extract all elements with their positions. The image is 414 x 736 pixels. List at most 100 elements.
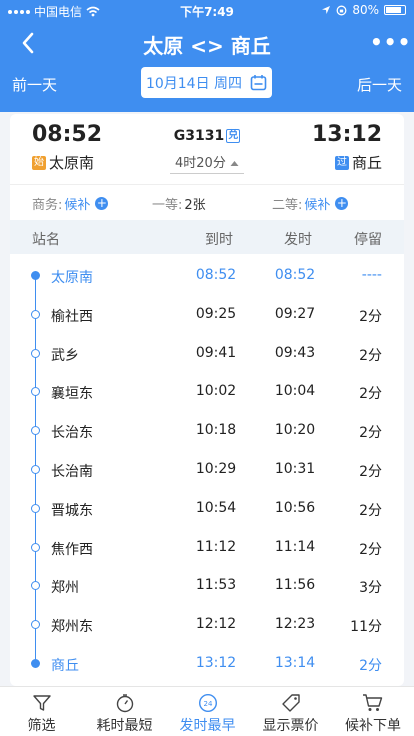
train-summary: 08:52 始 太原南 G3131 兑 4时20分 13:12 过 商丘	[10, 114, 404, 180]
exchange-tag: 兑	[226, 129, 241, 143]
header-arrive: 到时	[205, 232, 233, 248]
divider	[10, 184, 404, 185]
stop-station: 焦作西	[51, 541, 93, 558]
stop-station: 郑州东	[51, 619, 93, 636]
train-detail-card: 08:52 始 太原南 G3131 兑 4时20分 13:12 过 商丘 商务: …	[10, 114, 404, 686]
table-row[interactable]: 武乡 09:41 09:43 2分	[10, 334, 404, 373]
train-number-text: G3131	[173, 128, 225, 144]
stop-stay: 2分	[359, 658, 382, 674]
stop-station: 长治东	[51, 425, 93, 442]
stop-arrive: 09:41	[195, 344, 237, 361]
seat-first-label: 一等:	[152, 198, 183, 213]
stop-depart: 10:04	[274, 383, 316, 400]
table-row[interactable]: 郑州东 12:12 12:23 11分	[10, 605, 404, 644]
battery-percent: 80%	[352, 3, 379, 17]
table-row[interactable]: 长治东 10:18 10:20 2分	[10, 411, 404, 450]
prev-day-button[interactable]: 前一天	[12, 74, 57, 95]
stop-stay: 2分	[359, 541, 382, 558]
stop-dot	[31, 581, 40, 591]
tab-shortest[interactable]: 耗时最短	[83, 687, 166, 736]
seat-second-value: 候补	[304, 198, 331, 213]
stop-station: 长治南	[51, 464, 93, 480]
tab-waitlist[interactable]: 候补下单	[332, 687, 414, 736]
table-row[interactable]: 晋城东 10:54 10:56 2分	[10, 489, 404, 528]
stop-depart: 09:43	[274, 344, 316, 361]
seat-second[interactable]: 二等: 候补 +	[272, 194, 349, 213]
stop-arrive: 13:12	[195, 655, 237, 671]
stop-dot	[31, 271, 40, 280]
stop-station: 武乡	[51, 347, 79, 364]
tab-filter-label: 筛选	[27, 718, 56, 734]
more-icon: •••	[370, 30, 412, 54]
tab-show-price-label: 显示票价	[262, 718, 319, 734]
stop-stay: 2分	[359, 425, 382, 442]
header-depart: 发时	[284, 232, 312, 248]
table-row[interactable]: 太原南 08:52 08:52 ----	[10, 256, 404, 295]
nav-bar: 太原 <> 商丘 •••	[0, 24, 414, 64]
tab-show-price[interactable]: 显示票价	[249, 687, 332, 736]
stop-dot	[31, 387, 40, 397]
stop-stay: 11分	[350, 619, 382, 636]
arrival-time: 13:12	[311, 122, 382, 147]
table-row[interactable]: 襄垣东 10:02 10:04 2分	[10, 372, 404, 411]
stop-arrive: 11:12	[195, 538, 237, 555]
stop-arrive: 10:29	[195, 461, 237, 477]
stop-depart: 11:14	[274, 538, 316, 555]
stop-stay: ----	[361, 267, 382, 283]
orientation-lock-icon	[336, 5, 347, 15]
stop-dot	[31, 620, 40, 630]
seat-second-label: 二等:	[272, 198, 303, 213]
day-navigation: 前一天 10月14日 周四 后一天	[0, 66, 414, 100]
stop-dot	[31, 659, 40, 668]
duration-line	[170, 173, 244, 174]
stop-station: 晋城东	[51, 502, 93, 519]
stop-dot	[31, 465, 40, 474]
seat-first: 一等: 2张	[152, 194, 206, 213]
date-picker-button[interactable]: 10月14日 周四	[141, 67, 272, 98]
bottom-toolbar: 筛选 耗时最短 24 发时最早 显示票价 候补下单	[0, 686, 414, 736]
stop-depart: 10:20	[274, 422, 316, 439]
stop-stay: 2分	[359, 464, 382, 480]
stop-arrive: 12:12	[195, 616, 237, 633]
stopwatch-icon	[116, 694, 133, 713]
tab-filter[interactable]: 筛选	[0, 687, 83, 736]
seat-availability: 商务: 候补 + 一等: 2张 二等: 候补 +	[10, 186, 404, 218]
stop-stay: 3分	[359, 580, 382, 597]
seat-business[interactable]: 商务: 候补 +	[32, 194, 109, 213]
stop-depart: 08:52	[274, 267, 316, 283]
seat-business-value: 候补	[64, 198, 91, 213]
stop-arrive: 10:18	[195, 422, 237, 439]
stop-depart: 09:27	[274, 305, 316, 322]
header-station: 站名	[32, 232, 60, 248]
stop-station: 郑州	[51, 580, 79, 597]
page-title: 太原 <> 商丘	[143, 34, 271, 58]
more-button[interactable]: •••	[370, 30, 410, 60]
seat-first-value: 2张	[184, 198, 206, 213]
date-label: 10月14日 周四	[145, 75, 243, 92]
clock-24-badge: 24	[203, 700, 212, 708]
table-row[interactable]: 长治南 10:29 10:31 2分	[10, 450, 404, 489]
stop-dot	[31, 542, 40, 552]
table-row[interactable]: 榆社西 09:25 09:27 2分	[10, 295, 404, 334]
table-row[interactable]: 焦作西 11:12 11:14 2分	[10, 528, 404, 567]
stop-stay: 2分	[359, 308, 382, 325]
battery-icon	[384, 5, 406, 15]
stop-arrive: 10:54	[195, 499, 237, 516]
table-row[interactable]: 商丘 13:12 13:14 2分	[10, 644, 404, 683]
stop-stay: 2分	[359, 502, 382, 519]
caret-up-icon	[230, 161, 239, 166]
stop-station: 太原南	[51, 270, 93, 286]
arrival-station: 过 商丘	[334, 152, 382, 173]
pass-tag: 过	[334, 155, 349, 170]
stop-stay: 2分	[359, 347, 382, 364]
stop-station: 榆社西	[51, 308, 93, 325]
location-icon	[322, 6, 331, 14]
tab-earliest-label: 发时最早	[179, 718, 236, 734]
stops-table-header: 站名 到时 发时 停留	[10, 220, 404, 254]
tab-earliest[interactable]: 24 发时最早	[166, 687, 249, 736]
table-row[interactable]: 郑州 11:53 11:56 3分	[10, 566, 404, 605]
stop-arrive: 08:52	[195, 267, 237, 283]
stop-dot	[31, 426, 40, 436]
clock-24-icon: 24	[198, 693, 217, 713]
next-day-button[interactable]: 后一天	[357, 74, 402, 95]
